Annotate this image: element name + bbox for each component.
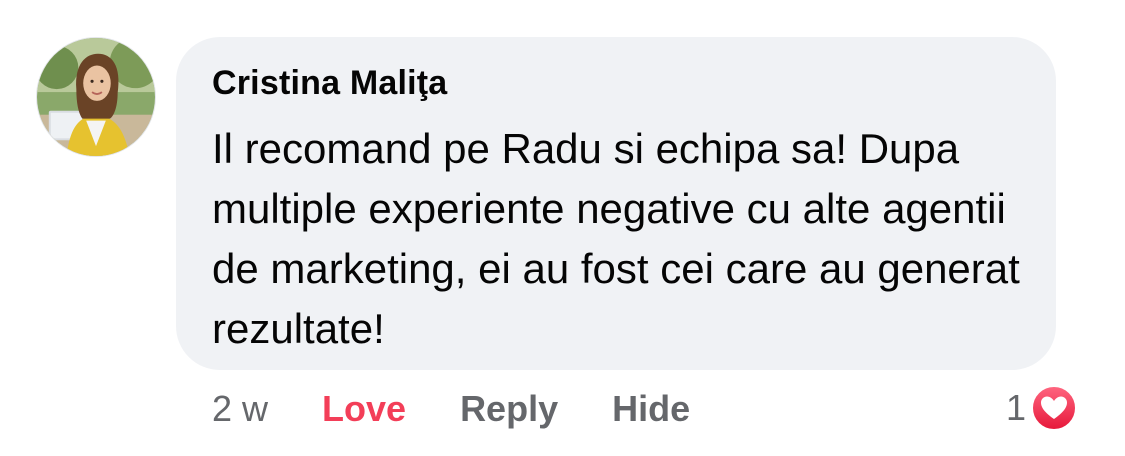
- hide-button[interactable]: Hide: [612, 388, 690, 430]
- user-avatar-photo-icon: [37, 38, 155, 156]
- avatar[interactable]: [36, 37, 156, 157]
- love-button[interactable]: Love: [322, 388, 406, 430]
- comment-actions: 2 w Love Reply Hide: [212, 388, 744, 430]
- heart-reaction-icon: [1031, 385, 1078, 431]
- comment: Cristina Maliţa Il recomand pe Radu si e…: [0, 0, 1125, 456]
- comment-text: Il recomand pe Radu si echipa sa! Dupa m…: [212, 125, 1020, 352]
- comment-timestamp[interactable]: 2 w: [212, 388, 268, 430]
- comment-bubble: Cristina Maliţa Il recomand pe Radu si e…: [176, 37, 1056, 370]
- reaction-summary[interactable]: 1: [1006, 384, 1078, 432]
- comment-author[interactable]: Cristina Maliţa: [212, 64, 447, 103]
- reply-button[interactable]: Reply: [460, 388, 558, 430]
- reaction-count: 1: [1006, 387, 1027, 428]
